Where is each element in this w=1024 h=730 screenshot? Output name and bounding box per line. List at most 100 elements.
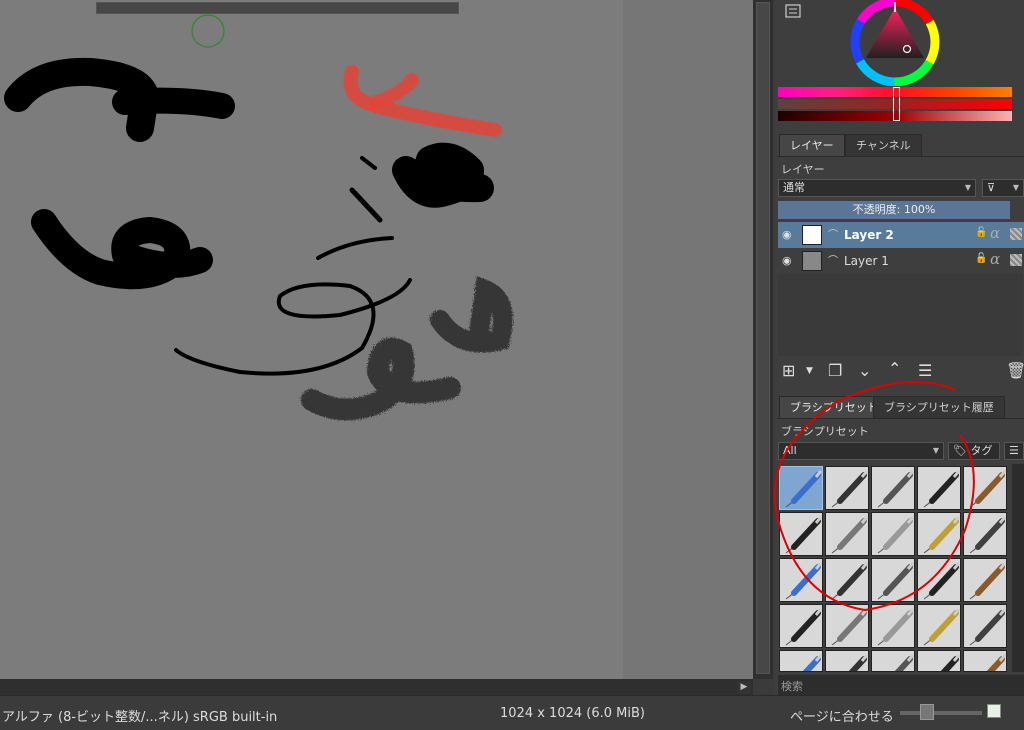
brush-tip-icon — [831, 516, 868, 554]
brush-preset-4[interactable] — [917, 466, 961, 510]
layer-thumbnail — [802, 251, 822, 271]
canvas-horizontal-scrollbar[interactable] — [0, 679, 753, 695]
brush-tip-icon — [969, 608, 1006, 646]
brush-tip-icon — [969, 562, 1006, 600]
brush-tip-icon — [923, 608, 960, 646]
tab-layers[interactable]: レイヤー — [779, 134, 845, 156]
duplicate-icon[interactable]: ❐ — [828, 362, 842, 380]
move-down-icon[interactable]: ⌄ — [858, 362, 871, 380]
brush-preset-22[interactable] — [825, 650, 869, 672]
brush-preset-3[interactable] — [871, 466, 915, 510]
lock-icon[interactable]: 🔓 — [975, 227, 987, 238]
zoom-slider-knob[interactable] — [920, 704, 934, 720]
brush-cursor-icon — [191, 14, 225, 48]
brush-preset-16[interactable] — [779, 604, 823, 648]
brush-preset-18[interactable] — [871, 604, 915, 648]
brush-preset-19[interactable] — [917, 604, 961, 648]
layer-list-empty-area — [778, 274, 1023, 356]
color-triangle-icon — [866, 8, 924, 58]
brush-preset-15[interactable] — [963, 558, 1007, 602]
inherit-alpha-icon[interactable] — [1010, 228, 1022, 240]
brush-tip-icon — [785, 562, 822, 600]
lock-icon[interactable]: 🔓 — [975, 253, 987, 264]
color-slider-marker — [893, 87, 900, 121]
tab-channels[interactable]: チャンネル — [845, 134, 922, 156]
brush-grid-scrollbar[interactable] — [1012, 464, 1024, 672]
tag-button[interactable]: 🏷 タグ — [948, 442, 1000, 460]
brush-tip-icon — [848, 654, 868, 671]
brush-tip-icon — [831, 470, 868, 508]
brush-preset-9[interactable] — [917, 512, 961, 556]
layer-name[interactable]: Layer 1 — [844, 254, 889, 268]
brush-preset-6[interactable] — [779, 512, 823, 556]
brush-tip-icon — [877, 562, 914, 600]
statusbar: アルファ (8-ビット整数/...ネル) sRGB built-in 1024 … — [0, 695, 1024, 730]
brush-tip-icon — [877, 608, 914, 646]
brush-view-menu-button[interactable]: ☰ — [1004, 442, 1024, 460]
alpha-lock-icon[interactable]: α — [990, 250, 1000, 268]
brush-tip-icon — [831, 562, 868, 600]
layers-panel-title: レイヤー — [781, 163, 825, 176]
brush-preset-14[interactable] — [917, 558, 961, 602]
brush-preset-2[interactable] — [825, 466, 869, 510]
canvas-horizontal-scroll-thumb[interactable] — [96, 2, 459, 14]
brush-tip-icon — [923, 516, 960, 554]
opacity-slider[interactable]: 不透明度: 100% — [778, 201, 1010, 219]
eye-icon[interactable]: ◉ — [782, 228, 796, 242]
layer-filter-button[interactable]: ⊽ ▼ — [982, 179, 1024, 197]
brush-tag-filter-dropdown[interactable]: All ▼ — [778, 442, 944, 460]
canvas-vertical-scroll-thumb[interactable] — [756, 2, 770, 674]
scroll-right-arrow-icon[interactable]: ▶ — [737, 681, 751, 694]
alpha-lock-icon[interactable]: α — [990, 224, 1000, 242]
canvas-area[interactable] — [0, 0, 753, 679]
color-space-info[interactable]: アルファ (8-ビット整数/...ネル) sRGB built-in — [2, 706, 277, 725]
eye-icon[interactable]: ◉ — [782, 254, 796, 268]
brush-tip-icon — [877, 470, 914, 508]
brush-tip-icon — [831, 608, 868, 646]
brush-preset-8[interactable] — [871, 512, 915, 556]
trash-icon[interactable]: 🗑 — [1006, 362, 1024, 380]
layer-name[interactable]: Layer 2 — [844, 228, 894, 242]
brush-preset-20[interactable] — [963, 604, 1007, 648]
brush-preset-17[interactable] — [825, 604, 869, 648]
properties-icon[interactable]: ☰ — [918, 362, 932, 380]
layer-row-layer-2[interactable]: ◉ ⌒ Layer 2 🔓 α — [778, 222, 1024, 248]
brush-tip-icon — [785, 516, 822, 554]
brush-preset-21[interactable] — [779, 650, 823, 672]
brush-preset-7[interactable] — [825, 512, 869, 556]
brush-preset-25[interactable] — [963, 650, 1007, 672]
chevron-down-icon[interactable]: ▼ — [806, 362, 813, 380]
settings-icon — [785, 4, 801, 18]
brush-preset-12[interactable] — [825, 558, 869, 602]
blend-mode-value: 通常 — [783, 181, 805, 194]
brush-preset-1[interactable] — [779, 466, 823, 510]
blend-mode-dropdown[interactable]: 通常 ▼ — [778, 179, 976, 197]
brush-preset-10[interactable] — [963, 512, 1007, 556]
brush-search-field[interactable]: 検索 — [778, 675, 1024, 695]
chevron-down-icon: ▼ — [1012, 183, 1019, 192]
brush-preset-13[interactable] — [871, 558, 915, 602]
add-layer-icon[interactable]: ⊞ — [782, 362, 795, 380]
image-size-info: 1024 x 1024 (6.0 MiB) — [500, 706, 645, 721]
tag-label: タグ — [970, 444, 993, 457]
paint-layer-icon: ⌒ — [828, 230, 838, 241]
brush-preset-23[interactable] — [871, 650, 915, 672]
move-up-icon[interactable]: ⌃ — [888, 360, 901, 378]
brush-filter-value: All — [783, 444, 797, 457]
brush-tip-icon — [785, 470, 822, 508]
brush-tip-icon — [986, 654, 1006, 671]
inherit-alpha-icon[interactable] — [1010, 254, 1022, 266]
canvas-only-icon[interactable] — [987, 704, 1001, 718]
zoom-mode-label[interactable]: ページに合わせる — [790, 706, 894, 725]
brush-preset-24[interactable] — [917, 650, 961, 672]
canvas-drawing[interactable] — [0, 0, 753, 679]
chevron-down-icon: ▼ — [932, 446, 939, 455]
brush-preset-11[interactable] — [779, 558, 823, 602]
zoom-slider[interactable] — [900, 711, 982, 715]
brush-preset-5[interactable] — [963, 466, 1007, 510]
brush-tip-icon — [969, 516, 1006, 554]
brush-tip-icon — [894, 654, 914, 671]
layer-row-layer-1[interactable]: ◉ ⌒ Layer 1 🔓 α — [778, 248, 1024, 274]
color-selector[interactable] — [777, 0, 1013, 86]
tab-brush-preset-history[interactable]: ブラシプリセット履歴 — [873, 396, 1005, 418]
